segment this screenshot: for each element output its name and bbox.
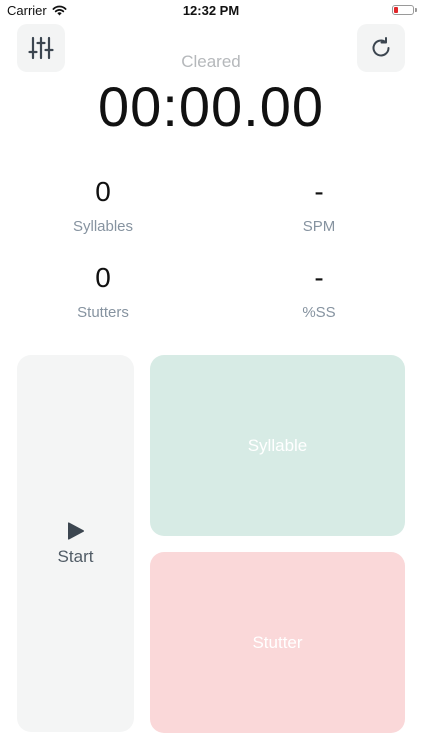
- spm-label: SPM: [302, 218, 336, 235]
- stutters-label: Stutters: [77, 304, 129, 321]
- stutter-label: Stutter: [252, 632, 303, 652]
- stutter-button[interactable]: Stutter: [150, 552, 405, 733]
- status-bar: Carrier 12:32 PM: [0, 0, 422, 22]
- syllable-button[interactable]: Syllable: [150, 355, 405, 536]
- syllables-label: Syllables: [72, 218, 134, 235]
- syllables-stat: 0 Syllables: [28, 176, 178, 235]
- percent-ss-label: %SS: [302, 304, 336, 321]
- start-button[interactable]: Start: [17, 355, 134, 732]
- app-screen: Carrier 12:32 PM Cleared 00:00.00 0 Syll…: [0, 0, 422, 750]
- stutters-stat: 0 Stutters: [28, 262, 178, 321]
- timer-status-label: Cleared: [181, 52, 241, 71]
- start-label: Start: [57, 546, 94, 566]
- syllables-count: 0: [95, 176, 111, 207]
- play-icon: [67, 521, 84, 540]
- spm-stat: - SPM: [244, 176, 394, 235]
- syllable-label: Syllable: [247, 435, 308, 455]
- battery-icon: [392, 5, 417, 15]
- stutters-count: 0: [95, 262, 111, 293]
- percent-ss-stat: - %SS: [244, 262, 394, 321]
- percent-ss-value: -: [314, 262, 324, 293]
- spm-value: -: [314, 176, 324, 207]
- battery-level: [394, 7, 398, 13]
- status-time: 12:32 PM: [182, 3, 240, 18]
- timer-display: 00:00.00: [98, 75, 324, 138]
